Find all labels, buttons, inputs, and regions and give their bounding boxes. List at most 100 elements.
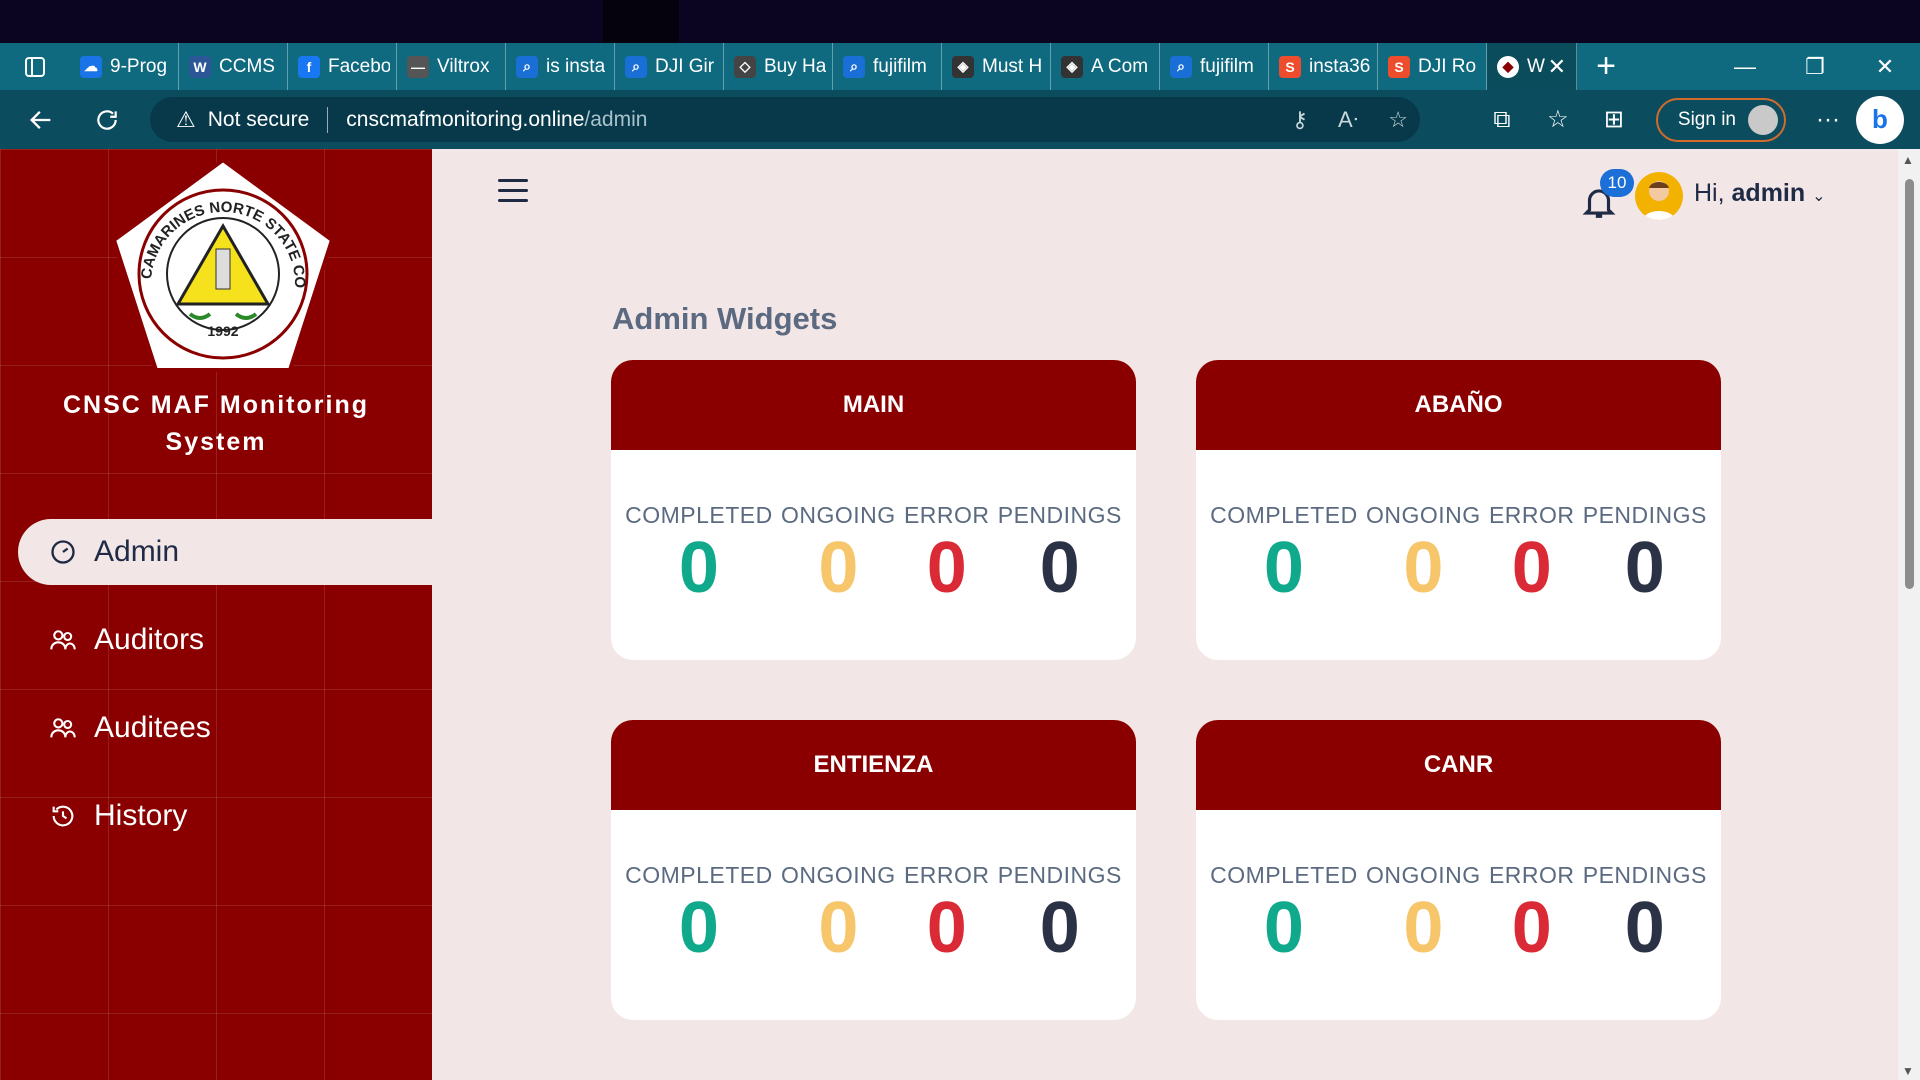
- favorites-icon[interactable]: ☆: [1530, 105, 1586, 134]
- address-bar[interactable]: ⚠ Not secure cnscmafmonitoring.online/ad…: [150, 97, 1420, 142]
- tab-label: 9-Prog: [110, 55, 168, 77]
- scroll-down-icon[interactable]: ▼: [1902, 1064, 1914, 1078]
- sidebar-item-auditors[interactable]: Auditors: [18, 607, 432, 673]
- stat-label: PENDINGS: [997, 862, 1122, 888]
- avatar[interactable]: [1635, 172, 1683, 220]
- users-icon: [48, 625, 78, 655]
- history-icon: [48, 801, 78, 831]
- tab-13[interactable]: S DJI Ro: [1378, 43, 1487, 90]
- tab-11[interactable]: ⌕ fujifilm: [1160, 43, 1269, 90]
- sign-in-button[interactable]: Sign in: [1655, 97, 1786, 142]
- stat-completed: COMPLETED 0: [1206, 502, 1362, 607]
- stat-value: 0: [1624, 888, 1665, 968]
- collections-icon[interactable]: ⊞: [1586, 105, 1642, 134]
- tab-8[interactable]: ⌕ fujifilm: [833, 43, 942, 90]
- tab-12[interactable]: Sinsta36: [1269, 43, 1378, 90]
- refresh-button[interactable]: [74, 90, 140, 149]
- browser-tab-bar: ☁ 9-Prog W CCMS f Facebo — Viltrox ⌕ is insta ⌕ DJI…: [0, 43, 1920, 90]
- widget-card-title: ABAÑO: [1196, 360, 1721, 450]
- tab-5[interactable]: ⌕ is insta: [506, 43, 615, 90]
- page-title: Admin Widgets: [612, 301, 838, 336]
- tab-9[interactable]: ◈ Must H: [942, 43, 1051, 90]
- sign-in-label: Sign in: [1677, 108, 1736, 130]
- bing-icon[interactable]: b: [1856, 95, 1904, 144]
- college-seal-icon: ◆: [1497, 55, 1519, 78]
- warning-icon: ⚠: [176, 106, 196, 132]
- scrollbar[interactable]: ▲ ▼: [1898, 149, 1920, 1080]
- stat-ongoing: ONGOING 0: [1362, 502, 1485, 607]
- window-controls: — ❐ ✕: [1710, 43, 1920, 90]
- tab-1[interactable]: ☁ 9-Prog: [70, 43, 179, 90]
- extensions-icon[interactable]: ⧉: [1474, 106, 1530, 134]
- key-icon[interactable]: ⚷: [1292, 107, 1308, 133]
- stat-completed: COMPLETED 0: [1206, 862, 1362, 967]
- widget-card: ABAÑO COMPLETED 0 ONGOING 0 ERROR 0 PENDINGS 0: [1196, 360, 1721, 660]
- close-window-button[interactable]: ✕: [1850, 43, 1920, 90]
- scrollbar-thumb[interactable]: [1905, 179, 1914, 589]
- new-tab-button[interactable]: +: [1577, 47, 1635, 86]
- tab-active[interactable]: ◆ W ✕: [1487, 43, 1577, 90]
- scroll-up-icon[interactable]: ▲: [1902, 153, 1914, 167]
- url-path: /admin: [584, 107, 648, 131]
- sidebar: 1992 CAMARINES NORTE STATE COLLEGE CNSC …: [0, 149, 432, 1080]
- url-host: cnscmafmonitoring.online: [346, 107, 585, 131]
- tab-label: is insta: [546, 55, 606, 77]
- stat-label: COMPLETED: [1210, 862, 1358, 888]
- dji-icon: ◇: [734, 55, 756, 78]
- user-menu[interactable]: Hi, admin ⌄: [1694, 179, 1826, 208]
- tab-10[interactable]: ◈ A Com: [1051, 43, 1160, 90]
- sidebar-item-admin[interactable]: Admin: [18, 519, 432, 585]
- add-favorite-icon[interactable]: ☆: [1388, 107, 1408, 133]
- stat-label: ONGOING: [1366, 862, 1481, 888]
- stat-pendings: PENDINGS 0: [1579, 502, 1711, 607]
- close-tab-icon[interactable]: ✕: [1548, 54, 1566, 80]
- stat-completed: COMPLETED 0: [621, 862, 777, 967]
- sidebar-item-auditees[interactable]: Auditees: [18, 695, 432, 761]
- screen-top-strip: [0, 0, 1920, 62]
- tab-3[interactable]: f Facebo: [288, 43, 397, 90]
- search-icon: ⌕: [516, 55, 538, 78]
- stat-value: 0: [678, 888, 719, 968]
- sidebar-item-history[interactable]: History: [18, 783, 432, 849]
- restore-button[interactable]: ❐: [1780, 43, 1850, 90]
- more-icon[interactable]: ···: [1800, 106, 1856, 134]
- stat-label: PENDINGS: [1582, 502, 1707, 528]
- dash-icon: —: [407, 55, 429, 78]
- divider: [327, 106, 329, 133]
- stat-value: 0: [1403, 888, 1444, 968]
- read-aloud-icon[interactable]: Aᐧ: [1338, 107, 1358, 133]
- tab-label: A Com: [1091, 55, 1149, 77]
- diamond-icon: ◈: [952, 55, 974, 78]
- minimize-button[interactable]: —: [1710, 43, 1780, 90]
- tab-7[interactable]: ◇ Buy Ha: [724, 43, 833, 90]
- tab-label: Viltrox: [437, 55, 490, 77]
- back-arrow-icon: [30, 110, 51, 129]
- tab-label: Buy Ha: [764, 55, 826, 77]
- menu-toggle-button[interactable]: [498, 179, 528, 205]
- stat-value: 0: [1039, 528, 1080, 608]
- tab-label: Must H: [982, 55, 1043, 77]
- widget-card: CANR COMPLETED 0 ONGOING 0 ERROR 0 PENDINGS 0: [1196, 720, 1721, 1020]
- stat-error: ERROR 0: [1485, 502, 1579, 607]
- tab-2[interactable]: W CCMS: [179, 43, 288, 90]
- college-seal-logo: 1992 CAMARINES NORTE STATE COLLEGE: [108, 154, 335, 372]
- stat-label: COMPLETED: [625, 502, 773, 528]
- stat-label: PENDINGS: [1582, 862, 1707, 888]
- profile-avatar-icon: [1748, 104, 1778, 135]
- facebook-icon: f: [298, 55, 320, 78]
- tab-4[interactable]: — Viltrox: [397, 43, 506, 90]
- back-button[interactable]: [8, 90, 74, 149]
- stat-value: 0: [1511, 888, 1552, 968]
- stat-label: ERROR: [1488, 862, 1575, 888]
- stat-value: 0: [678, 528, 719, 608]
- address-toolbar: ⚠ Not secure cnscmafmonitoring.online/ad…: [0, 90, 1920, 149]
- tab-label: insta36: [1309, 55, 1371, 77]
- tab-label: fujifilm: [873, 55, 927, 77]
- tab-6[interactable]: ⌕ DJI Gir: [615, 43, 724, 90]
- tab-actions-button[interactable]: [0, 43, 70, 90]
- app-brand: CNSC MAF Monitoring System: [0, 387, 432, 461]
- stat-ongoing: ONGOING 0: [1362, 862, 1485, 967]
- widget-card-title: CANR: [1196, 720, 1721, 810]
- search-icon: ⌕: [843, 55, 865, 78]
- tab-label: DJI Ro: [1418, 55, 1477, 77]
